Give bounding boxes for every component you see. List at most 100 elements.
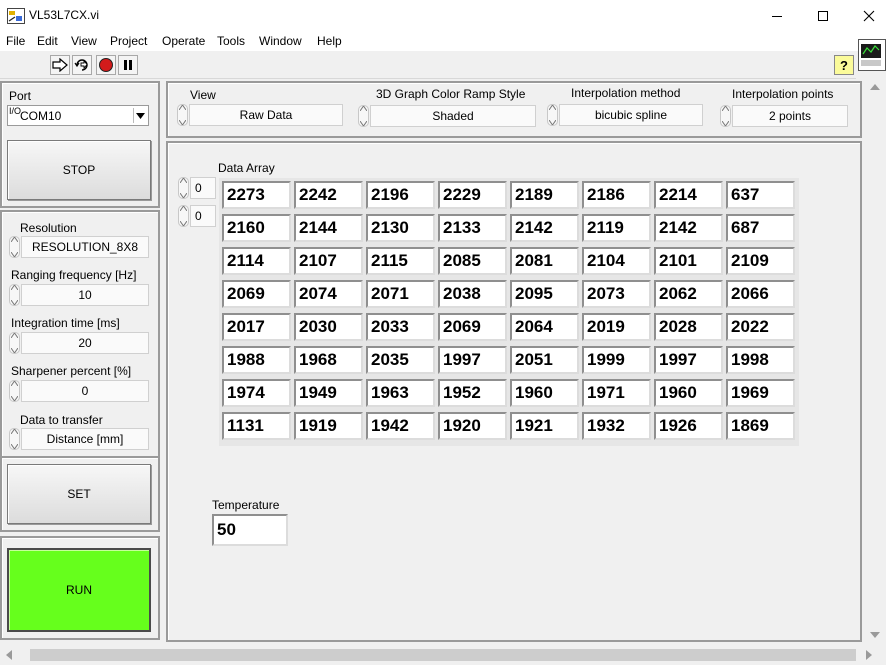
array-cell: 2130 [366,214,435,242]
view-incdec[interactable] [177,104,188,126]
menu-help[interactable]: Help [317,34,342,48]
decrement-icon [11,348,18,353]
menu-view[interactable]: View [71,34,97,48]
array-cell: 2104 [582,247,651,275]
context-help-button[interactable]: ? [834,55,854,75]
decrement-icon [180,193,187,198]
sharpener-incdec[interactable] [9,380,20,402]
scroll-right-icon [866,650,872,660]
array-cell: 2028 [654,313,723,341]
array-cell: 1968 [294,346,363,374]
frequency-label: Ranging frequency [Hz] [11,268,137,282]
array-cell: 1869 [726,412,795,440]
interpolation-points-select[interactable]: 2 points [732,105,848,127]
abort-button[interactable] [96,55,116,75]
menu-edit[interactable]: Edit [37,34,58,48]
transfer-incdec[interactable] [9,428,20,450]
array-cell: 1131 [222,412,291,440]
decrement-icon [11,396,18,401]
array-cell: 2142 [654,214,723,242]
transfer-select[interactable]: Distance [mm] [21,428,149,450]
menu-project[interactable]: Project [110,34,147,48]
scroll-left-icon [6,650,12,660]
array-cell: 1960 [654,379,723,407]
menu-window[interactable]: Window [259,34,302,48]
horizontal-scroll-thumb[interactable] [30,649,856,661]
interpolation-method-select[interactable]: bicubic spline [559,104,703,126]
array-cell: 1969 [726,379,795,407]
resolution-select[interactable]: RESOLUTION_8X8 [21,236,149,258]
decrement-icon [180,221,187,226]
decrement-icon [11,444,18,449]
frequency-input[interactable]: 10 [21,284,149,306]
array-cell: 2038 [438,280,507,308]
run-label: RUN [66,583,92,597]
horizontal-scrollbar[interactable] [0,645,886,665]
color-ramp-incdec[interactable] [358,105,369,127]
increment-icon [11,237,18,242]
column-index-input[interactable]: 0 [190,205,216,227]
array-cell: 2081 [510,247,579,275]
pause-button[interactable] [118,55,138,75]
array-cell: 1999 [582,346,651,374]
interpolation-method-incdec[interactable] [547,104,558,126]
data-array-label: Data Array [218,161,275,175]
array-cell: 2069 [438,313,507,341]
menu-file[interactable]: File [6,34,25,48]
run-button-big[interactable]: RUN [7,548,151,632]
frequency-incdec[interactable] [9,284,20,306]
row-index-input[interactable]: 0 [190,177,216,199]
array-cell: 2273 [222,181,291,209]
close-icon [863,10,875,21]
array-cell: 1919 [294,412,363,440]
sharpener-input[interactable]: 0 [21,380,149,402]
menu-tools[interactable]: Tools [217,34,245,48]
array-cell: 2186 [582,181,651,209]
integration-incdec[interactable] [9,332,20,354]
array-cell: 2017 [222,313,291,341]
array-cell: 2133 [438,214,507,242]
vertical-scrollbar[interactable] [864,80,886,642]
view-select[interactable]: Raw Data [189,104,343,126]
array-cell: 2242 [294,181,363,209]
minimize-button[interactable] [754,0,800,31]
port-dropdown-button[interactable] [133,108,147,123]
array-cell: 1997 [438,346,507,374]
array-cell: 1971 [582,379,651,407]
decrement-icon [179,120,186,125]
array-cell: 1988 [222,346,291,374]
vi-icon[interactable] [858,39,886,71]
increment-icon [180,178,187,183]
array-cell: 1963 [366,379,435,407]
interpolation-points-label: Interpolation points [732,87,834,101]
pause-icon [124,60,132,70]
array-cell: 1952 [438,379,507,407]
transfer-label: Data to transfer [20,413,103,427]
maximize-button[interactable] [800,0,846,31]
array-cell: 2119 [582,214,651,242]
column-index-incdec[interactable] [178,205,189,227]
close-button[interactable] [846,0,886,31]
array-cell: 1921 [510,412,579,440]
interpolation-points-incdec[interactable] [720,105,731,127]
set-button[interactable]: SET [7,464,151,524]
stop-button[interactable]: STOP [7,140,151,200]
resolution-incdec[interactable] [9,236,20,258]
run-button[interactable] [50,55,70,75]
port-value: COM10 [20,109,62,123]
increment-icon [360,106,367,111]
integration-input[interactable]: 20 [21,332,149,354]
color-ramp-select[interactable]: Shaded [370,105,536,127]
menu-operate[interactable]: Operate [162,34,205,48]
scroll-up-icon [870,84,880,90]
stop-label: STOP [62,163,96,177]
array-cell: 2189 [510,181,579,209]
run-continuously-button[interactable] [72,55,92,75]
increment-icon [11,333,18,338]
array-cell: 2069 [222,280,291,308]
integration-label: Integration time [ms] [11,316,120,330]
port-select[interactable]: I/O COM10 [7,105,149,126]
row-index-incdec[interactable] [178,177,189,199]
array-cell: 2022 [726,313,795,341]
array-cell: 1960 [510,379,579,407]
